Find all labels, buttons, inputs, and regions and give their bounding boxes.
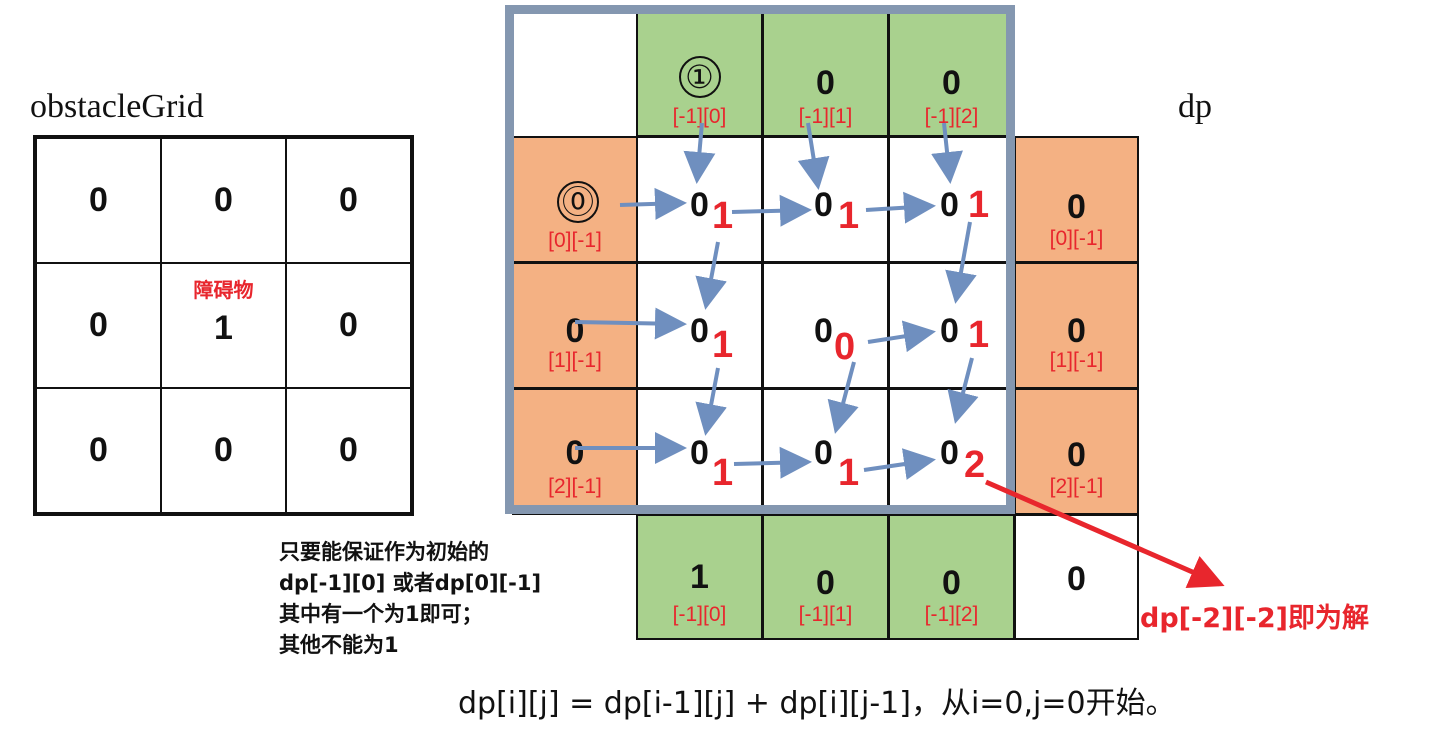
arrow: [865, 191, 936, 224]
arrow: [947, 357, 979, 424]
arrow: [574, 307, 687, 340]
arrow: [695, 367, 727, 436]
note-line: dp[-1][0] 或者dp[0][-1]: [279, 571, 542, 595]
note-line: 只要能保证作为初始的: [279, 540, 489, 564]
arrow: [931, 122, 963, 184]
arrow: [867, 320, 936, 353]
arrow: [863, 448, 936, 480]
arrow: [797, 122, 830, 190]
arrow: [619, 187, 687, 220]
note-line: 其中有一个为1即可；: [279, 602, 483, 626]
arrow: [733, 446, 812, 479]
formula-text: dp[i][j] = dp[i-1][j] + dp[i][j-1]，从i=0,…: [458, 686, 1176, 721]
arrow: [827, 361, 859, 434]
note-text: 只要能保证作为初始的 dp[-1][0] 或者dp[0][-1] 其中有一个为1…: [279, 537, 619, 661]
arrow: [731, 194, 812, 227]
arrow: [695, 241, 727, 310]
arrow: [945, 221, 977, 304]
arrow: [683, 122, 716, 184]
answer-arrow: [985, 479, 1225, 589]
note-line: 其他不能为1: [279, 633, 399, 657]
answer-label: dp[-2][-2]即为解: [1140, 603, 1369, 634]
